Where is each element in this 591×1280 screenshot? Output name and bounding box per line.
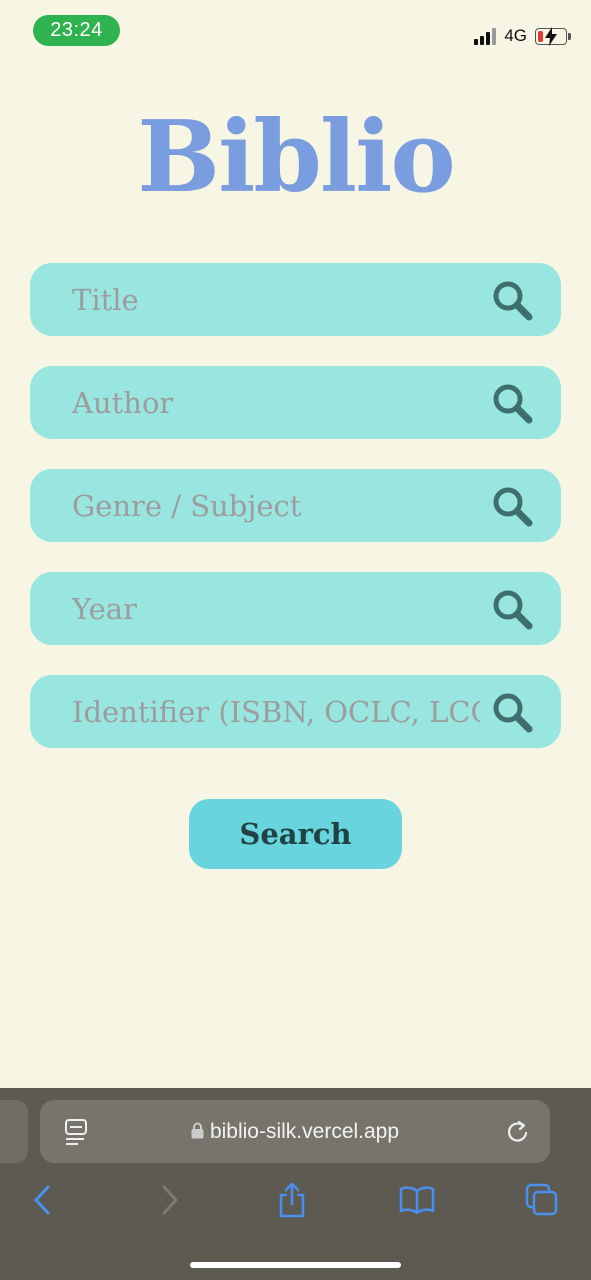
share-button[interactable] <box>272 1180 312 1220</box>
back-button[interactable] <box>22 1180 62 1220</box>
genre-input[interactable] <box>72 469 480 542</box>
tabs-icon <box>525 1183 558 1216</box>
search-icon[interactable] <box>491 485 533 527</box>
identifier-field <box>30 675 561 748</box>
title-input[interactable] <box>72 263 480 336</box>
identifier-input[interactable] <box>72 675 480 748</box>
year-field <box>30 572 561 645</box>
search-icon[interactable] <box>491 588 533 630</box>
app-logo-title: Biblio <box>137 100 455 215</box>
tabs-button[interactable] <box>522 1180 562 1220</box>
search-icon[interactable] <box>491 279 533 321</box>
search-button[interactable]: Search <box>189 799 402 869</box>
reload-icon[interactable] <box>506 1119 530 1145</box>
genre-field <box>30 469 561 542</box>
browser-toolbar: biblio-silk.vercel.app <box>0 1088 591 1280</box>
battery-icon <box>535 26 571 46</box>
home-indicator <box>190 1262 401 1268</box>
signal-icon <box>474 27 497 45</box>
book-icon <box>399 1186 435 1214</box>
year-input[interactable] <box>72 572 480 645</box>
author-field <box>30 366 561 439</box>
search-icon[interactable] <box>491 691 533 733</box>
author-input[interactable] <box>72 366 480 439</box>
status-time: 23:24 <box>33 15 120 46</box>
share-icon <box>279 1182 305 1218</box>
status-icons: 4G <box>474 24 571 48</box>
lock-icon <box>191 1122 204 1139</box>
previous-tab-preview[interactable] <box>0 1100 28 1163</box>
chevron-right-icon <box>162 1185 178 1215</box>
network-type: 4G <box>504 26 527 45</box>
url-text: biblio-silk.vercel.app <box>209 1120 400 1143</box>
bookmarks-button[interactable] <box>397 1180 437 1220</box>
url-display[interactable]: biblio-silk.vercel.app <box>40 1100 550 1163</box>
search-icon[interactable] <box>491 382 533 424</box>
title-field <box>30 263 561 336</box>
forward-button[interactable] <box>150 1180 190 1220</box>
address-bar[interactable]: biblio-silk.vercel.app <box>40 1100 550 1163</box>
chevron-left-icon <box>34 1185 50 1215</box>
